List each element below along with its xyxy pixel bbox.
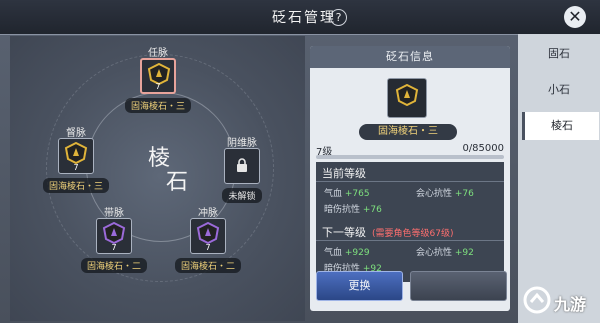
divider: [316, 240, 504, 241]
meridian-title: 督脉: [66, 128, 86, 139]
gem-level: 7: [155, 82, 161, 91]
stat-hp-next: 气血 +929: [324, 248, 370, 258]
tab-gushi[interactable]: 固石: [522, 40, 596, 68]
gem-name: 固海棱石・二: [174, 258, 241, 273]
gem-slot[interactable]: 7: [140, 58, 176, 94]
exp-value: 0/85000: [462, 143, 504, 154]
divider: [316, 181, 504, 182]
gem-icon: [196, 222, 220, 244]
meridian-slot-du[interactable]: 督脉 7 固海棱石・三: [16, 124, 136, 193]
gem-slot[interactable]: 7: [96, 218, 132, 254]
help-icon[interactable]: ?: [330, 9, 347, 26]
selected-gem-slot: [387, 78, 427, 118]
stat-crit-resist-next: 会心抗性 +92: [416, 248, 474, 258]
gem-level: 7: [111, 243, 117, 252]
gem-icon: [102, 222, 126, 244]
stat-crit-resist-current: 会心抗性 +76: [416, 189, 474, 199]
gem-level: 7: [205, 243, 211, 252]
window-title: 砭石管理: [272, 10, 336, 26]
gem-management-window: 砭石管理 ? ✕ 棱 石 任脉 7 固海棱石・三 督脉 7 固海棱石・三 阴维脉…: [0, 0, 600, 323]
meridian-title: 冲脉: [198, 208, 218, 219]
meridian-slot-yinwei[interactable]: 阴维脉 未解锁: [182, 134, 302, 203]
close-button[interactable]: ✕: [564, 6, 586, 28]
gem-slot[interactable]: 7: [58, 138, 94, 174]
secondary-button[interactable]: [410, 271, 507, 301]
level-requirement: (需要角色等级67级): [372, 229, 454, 239]
replace-button[interactable]: 更换: [316, 271, 403, 301]
gem-info-panel: 砭石信息 固海棱石・三 7级 0/85000 当前等级 气血 +765 会心抗性…: [310, 46, 510, 311]
title-bar: 砭石管理 ? ✕: [0, 0, 600, 35]
stat-hp-current: 气血 +765: [324, 189, 370, 199]
current-level-title: 当前等级: [322, 167, 366, 180]
gem-slot-locked[interactable]: [224, 148, 260, 184]
watermark-text: 九游: [554, 295, 587, 314]
gem-level: 7: [73, 163, 79, 172]
meridian-slot-chong[interactable]: 冲脉 7 固海棱石・二: [148, 204, 268, 273]
gem-slot[interactable]: 7: [190, 218, 226, 254]
gem-name: 固海棱石・二: [80, 258, 147, 273]
lock-icon: [237, 158, 247, 172]
selected-gem-name: 固海棱石・三: [359, 124, 457, 140]
tab-lengshi[interactable]: 棱石: [522, 112, 599, 140]
stats-box: 当前等级 气血 +765 会心抗性 +76 暗伤抗性 +76 下一等级 (需要角色…: [316, 162, 504, 282]
meridian-slot-ren[interactable]: 任脉 7 固海棱石・三: [98, 44, 218, 113]
gem-icon: [64, 142, 88, 164]
gem-type-tabs: 固石 小石 棱石: [518, 34, 600, 323]
exp-progress-bar: [316, 155, 504, 159]
stat-hidden-resist-current: 暗伤抗性 +76: [324, 205, 382, 215]
gem-name: 固海棱石・三: [42, 178, 109, 193]
locked-label: 未解锁: [222, 188, 262, 203]
info-header: 砭石信息: [310, 46, 510, 68]
gem-name: 固海棱石・三: [124, 98, 191, 113]
meridian-title: 阴维脉: [227, 138, 257, 149]
watermark-logo-icon: [523, 286, 551, 314]
meridian-panel: 棱 石 任脉 7 固海棱石・三 督脉 7 固海棱石・三 阴维脉 未解锁 带脉 7…: [10, 36, 305, 321]
next-level-title: 下一等级 (需要角色等级67级): [322, 226, 454, 239]
meridian-title: 任脉: [148, 48, 168, 59]
gem-icon: [395, 84, 419, 106]
tab-xiaoshi[interactable]: 小石: [522, 76, 596, 104]
